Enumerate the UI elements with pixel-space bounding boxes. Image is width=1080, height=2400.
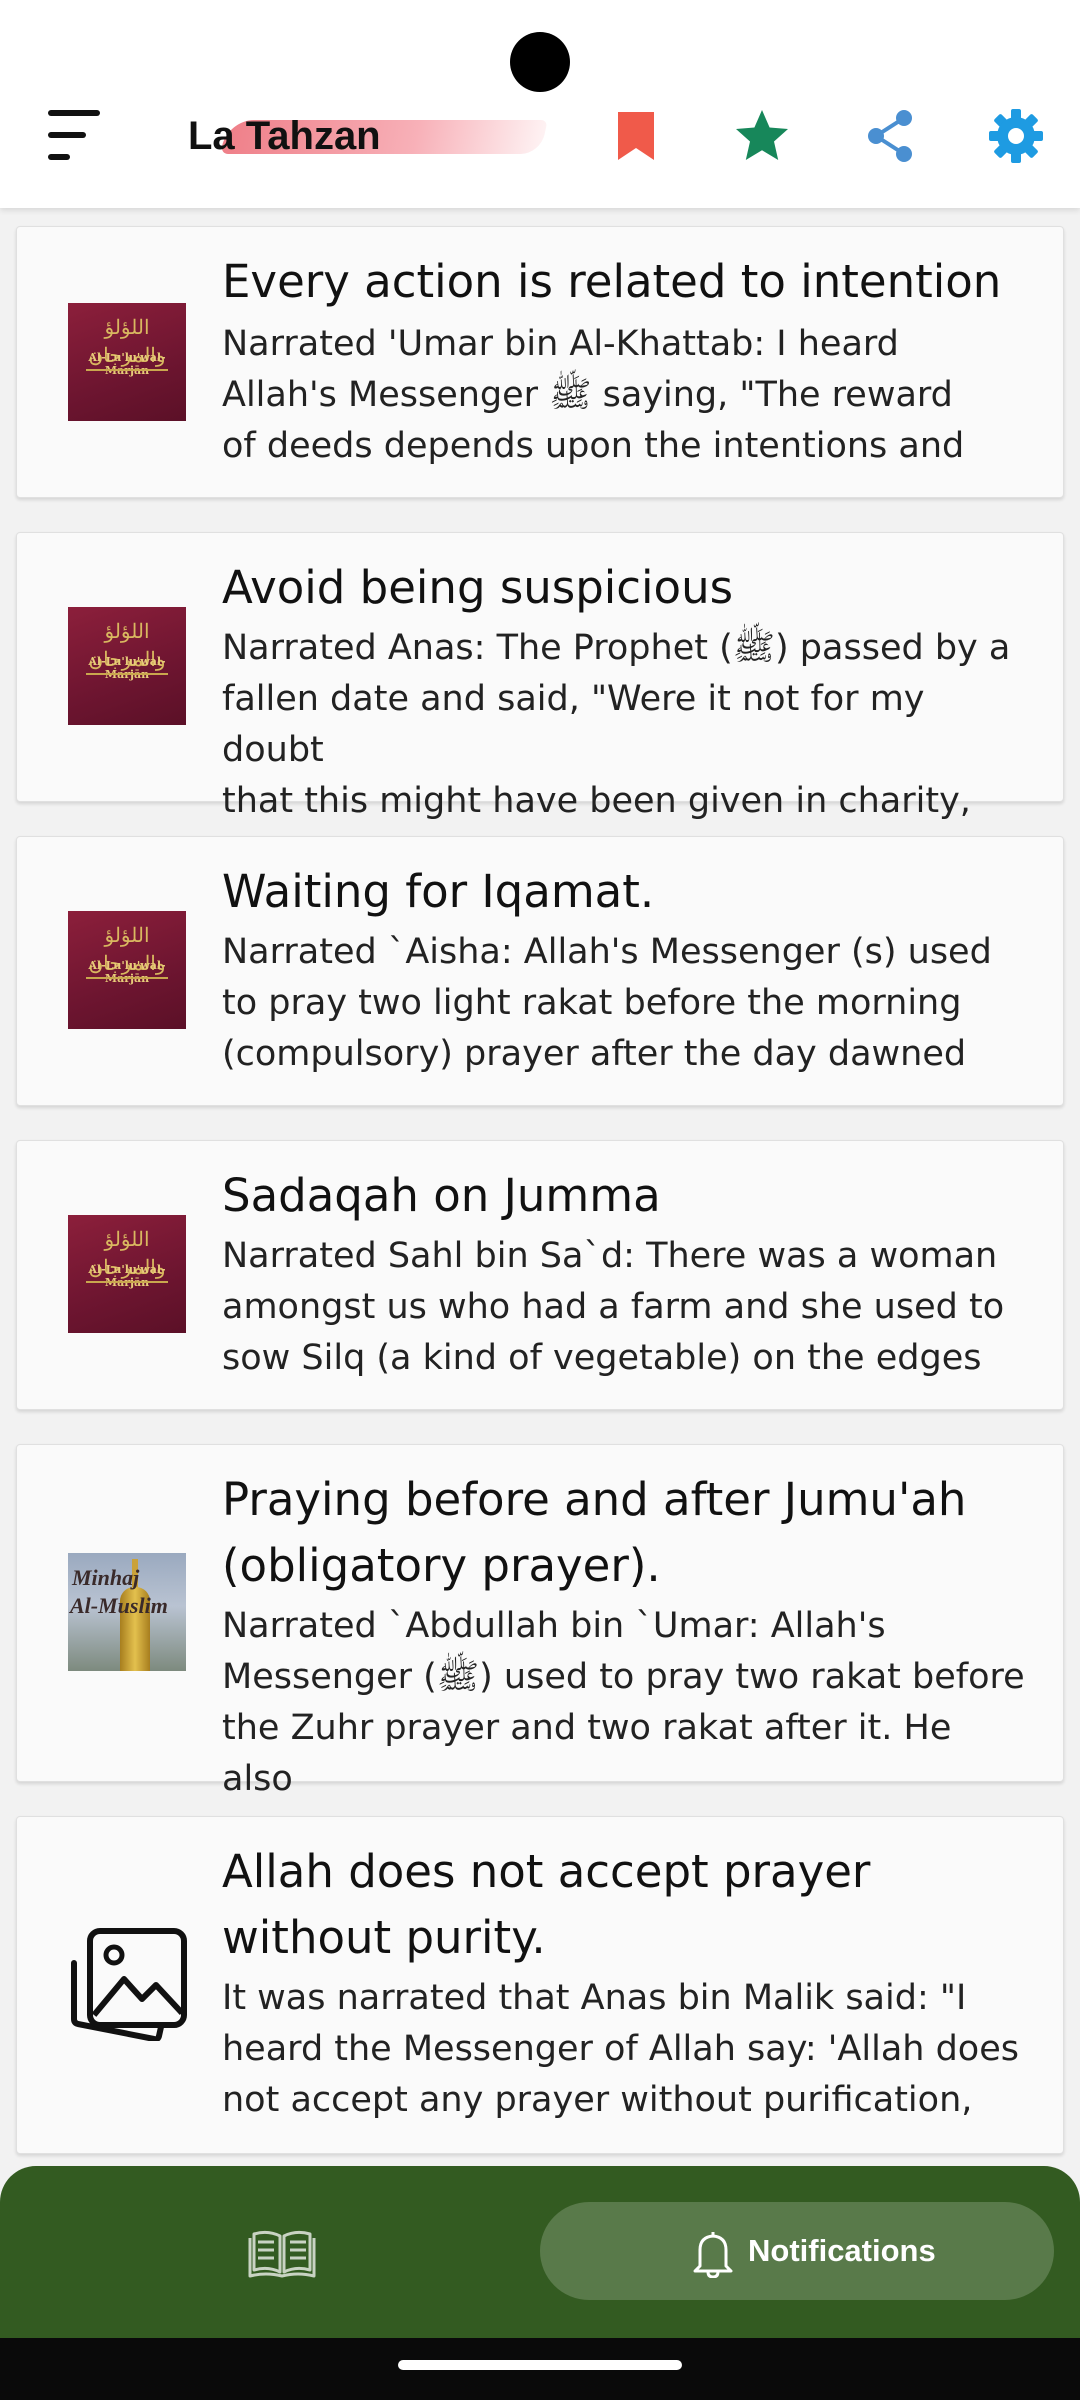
bookmark-button[interactable] <box>604 104 668 168</box>
excerpt-line: heard the Messenger of Allah say: 'Allah… <box>222 2029 1019 2069</box>
hadith-card[interactable]: اللؤلؤ والمرجان Al-Lu'lu'wal-Marjān Avoi… <box>16 532 1064 821</box>
excerpt-line: Allah's Messenger ﷺ saying, "The reward <box>222 375 953 415</box>
home-gesture-handle[interactable] <box>398 2360 682 2370</box>
excerpt-line: amongst us who had a farm and she used t… <box>222 1287 1005 1327</box>
title-line: Praying before and after Jumu'ah <box>222 1473 967 1526</box>
app-title: La Tahzan <box>188 114 381 158</box>
cover-title: Al-Lu'lu'wal-Marjān <box>88 1263 166 1289</box>
title-line: (obligatory prayer). <box>222 1539 661 1592</box>
cover-arabic-title: اللؤلؤ والمرجان <box>88 1227 166 1279</box>
cover-divider <box>86 977 168 979</box>
app-title-area: La Tahzan <box>188 108 558 168</box>
hadith-card[interactable]: Minhaj Al-Muslim Praying before and afte… <box>16 1444 1064 1799</box>
library-tab[interactable] <box>246 2226 318 2280</box>
excerpt-line: of deeds depends upon the intentions and <box>222 426 965 466</box>
cover-divider <box>86 369 168 371</box>
cover-title-line: Minhaj <box>72 1565 140 1590</box>
excerpt-line: to pray two light rakat before the morni… <box>222 983 962 1023</box>
camera-cutout <box>510 32 570 92</box>
excerpt-line: sow Silq (a kind of vegetable) on the ed… <box>222 1338 982 1378</box>
hadith-card[interactable]: اللؤلؤ والمرجان Al-Lu'lu'wal-Marjān Sada… <box>16 1140 1064 1410</box>
image-placeholder <box>68 1923 187 2043</box>
hadith-title: Sadaqah on Jumma <box>222 1169 661 1222</box>
hadith-card[interactable]: اللؤلؤ والمرجان Al-Lu'lu'wal-Marjān Ever… <box>16 226 1064 498</box>
cover-arabic-title: اللؤلؤ والمرجان <box>88 315 166 367</box>
hadith-excerpt: Narrated `Abdullah bin `Umar: Allah's Me… <box>222 1601 1032 1805</box>
book-icon <box>248 2230 316 2278</box>
hadith-card[interactable]: اللؤلؤ والمرجان Al-Lu'lu'wal-Marjān Wait… <box>16 836 1064 1106</box>
excerpt-line: Narrated `Aisha: Allah's Messenger (s) u… <box>222 932 992 972</box>
excerpt-line: the Zuhr prayer and two rakat after it. … <box>222 1708 952 1799</box>
excerpt-line: (compulsory) prayer after the day dawned <box>222 1034 967 1074</box>
notifications-label: Notifications <box>748 2233 936 2268</box>
cover-arabic-title: اللؤلؤ والمرجان <box>88 923 166 975</box>
hadith-card[interactable]: Allah does not accept prayer without pur… <box>16 1816 1064 2154</box>
cover-title: Al-Lu'lu'wal-Marjān <box>88 351 166 377</box>
hadith-excerpt: Narrated Sahl bin Sa`d: There was a woma… <box>222 1231 1032 1384</box>
hadith-excerpt: Narrated Anas: The Prophet (ﷺ) passed by… <box>222 623 1032 827</box>
book-cover-thumbnail: اللؤلؤ والمرجان Al-Lu'lu'wal-Marjān <box>68 607 186 725</box>
hadith-title: Allah does not accept prayer without pur… <box>222 1839 1022 1971</box>
bookmark-icon <box>618 112 654 160</box>
favorites-button[interactable] <box>730 104 794 168</box>
image-placeholder-icon <box>71 1928 187 2043</box>
star-icon <box>736 110 788 160</box>
bell-icon <box>693 2232 733 2278</box>
notifications-tab[interactable]: Notifications <box>540 2202 1054 2300</box>
hadith-title: Avoid being suspicious <box>222 561 734 614</box>
excerpt-line: Messenger (ﷺ) used to pray two rakat bef… <box>222 1657 1025 1697</box>
menu-icon-bar <box>48 154 70 160</box>
hadith-title: Waiting for Iqamat. <box>222 865 655 918</box>
book-cover-thumbnail: اللؤلؤ والمرجان Al-Lu'lu'wal-Marjān <box>68 303 186 421</box>
minhaj-cover-thumbnail: Minhaj Al-Muslim <box>68 1553 186 1671</box>
book-cover-thumbnail: اللؤلؤ والمرجان Al-Lu'lu'wal-Marjān <box>68 1215 186 1333</box>
cover-divider <box>86 1281 168 1283</box>
hadith-excerpt: It was narrated that Anas bin Malik said… <box>222 1973 1032 2126</box>
hadith-title: Every action is related to intention <box>222 255 1002 308</box>
excerpt-line: Narrated `Abdullah bin `Umar: Allah's <box>222 1606 886 1646</box>
app-bar: La Tahzan <box>0 0 1080 208</box>
menu-icon-bar <box>48 110 100 116</box>
hadith-title: Praying before and after Jumu'ah (obliga… <box>222 1467 1022 1599</box>
hadith-excerpt: Narrated `Aisha: Allah's Messenger (s) u… <box>222 927 1032 1080</box>
title-line: without purity. <box>222 1911 546 1964</box>
share-button[interactable] <box>858 104 922 168</box>
hadith-excerpt: Narrated 'Umar bin Al-Khattab: I heard A… <box>222 319 1032 472</box>
excerpt-line: that this might have been given in chari… <box>222 781 971 821</box>
settings-icon <box>989 109 1043 163</box>
cover-divider <box>86 673 168 675</box>
share-icon <box>868 110 912 162</box>
book-cover-thumbnail: اللؤلؤ والمرجان Al-Lu'lu'wal-Marjān <box>68 911 186 1029</box>
excerpt-line: Narrated 'Umar bin Al-Khattab: I heard <box>222 324 899 364</box>
excerpt-line: Narrated Sahl bin Sa`d: There was a woma… <box>222 1236 998 1276</box>
excerpt-line: not accept any prayer without purificati… <box>222 2080 973 2120</box>
excerpt-line: Narrated Anas: The Prophet (ﷺ) passed by… <box>222 628 1011 668</box>
menu-button[interactable] <box>40 104 110 168</box>
cover-title: Al-Lu'lu'wal-Marjān <box>88 959 166 985</box>
cover-arabic-title: اللؤلؤ والمرجان <box>88 619 166 671</box>
bottom-navigation: Notifications <box>0 2166 1080 2338</box>
system-navigation-bar <box>0 2338 1080 2400</box>
excerpt-line: It was narrated that Anas bin Malik said… <box>222 1978 967 2018</box>
settings-button[interactable] <box>984 104 1048 168</box>
excerpt-line: fallen date and said, "Were it not for m… <box>222 679 925 770</box>
menu-icon-bar <box>48 132 86 138</box>
cover-title: Al-Lu'lu'wal-Marjān <box>88 655 166 681</box>
cover-title-line: Al-Muslim <box>70 1593 168 1618</box>
title-line: Allah does not accept prayer <box>222 1845 871 1898</box>
